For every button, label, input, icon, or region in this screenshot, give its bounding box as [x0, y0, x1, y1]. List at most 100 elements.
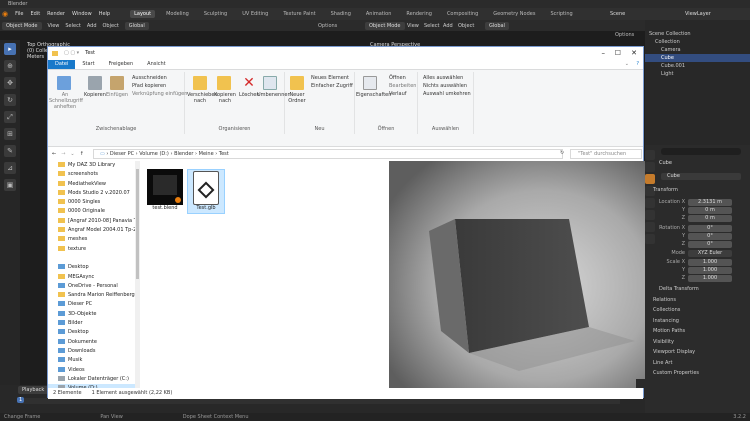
copy-to-icon[interactable] [217, 76, 231, 90]
refresh-icon[interactable]: ↻ [560, 150, 564, 156]
menu-file[interactable]: File [15, 11, 23, 17]
workspace-tab-scripting[interactable]: Scripting [546, 10, 576, 18]
outliner-item-camera[interactable]: Camera [645, 46, 750, 54]
paste-button[interactable]: Einfügen [106, 92, 128, 98]
menu-view-right[interactable]: View [407, 23, 419, 29]
nav-item[interactable]: texture [48, 245, 140, 254]
outliner-item-cube[interactable]: Cube [645, 54, 750, 62]
delete-icon[interactable]: ✕ [242, 76, 256, 90]
nav-item[interactable]: Downloads [48, 347, 140, 356]
pin-quick-access-button[interactable]: An Schnellzugriff anheften [49, 92, 83, 110]
rotation-z-field[interactable]: 0° [688, 241, 732, 248]
properties-button[interactable]: Eigenschaften [356, 92, 391, 98]
nav-item[interactable]: Musik [48, 356, 140, 365]
nav-item[interactable]: Sandra Marion Reiffenberg [48, 291, 140, 300]
rotate-tool-icon[interactable]: ↻ [4, 94, 16, 106]
nav-item[interactable]: Desktop [48, 263, 140, 272]
scale-tool-icon[interactable]: ⤢ [4, 111, 16, 123]
relations-section[interactable]: Relations [653, 296, 676, 305]
ribbon-expand-icon[interactable]: ⌄ [625, 61, 629, 67]
object-properties-tab-icon[interactable] [645, 174, 655, 184]
delta-transform-section[interactable]: Delta Transform [659, 285, 699, 294]
tool-properties-tab-icon[interactable] [645, 150, 655, 160]
workspace-tab-animation[interactable]: Animation [362, 10, 396, 18]
transform-orientation-right[interactable]: Global [485, 21, 509, 30]
rotation-mode-dropdown[interactable]: XYZ Euler [688, 250, 732, 257]
breadcrumb-test[interactable]: Test [219, 151, 229, 157]
move-to-icon[interactable] [193, 76, 207, 90]
measure-tool-icon[interactable]: ⊿ [4, 162, 16, 174]
nav-item[interactable]: Dokumente [48, 338, 140, 347]
search-input[interactable]: "Test" durchsuchen [570, 149, 642, 159]
outliner-item-light[interactable]: Light [645, 70, 750, 78]
playback-menu[interactable]: Playback [18, 386, 49, 394]
transform-orientation-left[interactable]: Global [124, 21, 149, 30]
pin-icon[interactable] [57, 76, 71, 90]
menu-add-right[interactable]: Add [443, 23, 453, 29]
navigation-scroll-thumb[interactable] [136, 169, 139, 279]
scene-selector[interactable]: Scene [610, 11, 625, 17]
custom-properties-section[interactable]: Custom Properties [653, 369, 699, 378]
annotate-tool-icon[interactable]: ✎ [4, 145, 16, 157]
tab-datei[interactable]: Datei [48, 60, 76, 69]
object-name-field[interactable]: Cube [661, 173, 741, 180]
menu-edit[interactable]: Edit [30, 11, 40, 17]
workspace-tab-sculpting[interactable]: Sculpting [200, 10, 231, 18]
workspace-tab-layout[interactable]: Layout [130, 10, 156, 18]
close-icon[interactable]: ✕ [631, 47, 637, 60]
nav-item[interactable]: OneDrive - Personal [48, 282, 140, 291]
select-all-button[interactable]: Alles auswählen [423, 75, 463, 81]
nav-item[interactable]: MEGAsync [48, 273, 140, 282]
recent-dropdown-icon[interactable]: ⌄ [70, 151, 74, 157]
nav-item[interactable]: Videos [48, 366, 140, 375]
scale-y-field[interactable]: 1.000 [688, 267, 732, 274]
forward-arrow-icon[interactable]: → [61, 151, 65, 157]
edit-button[interactable]: Bearbeiten [389, 83, 416, 89]
maximize-icon[interactable]: ☐ [615, 47, 621, 60]
transform-tool-icon[interactable]: ⊞ [4, 128, 16, 140]
nav-item[interactable]: Angraf Model 2004.01 Tp-2⌖ [48, 226, 140, 235]
location-y-field[interactable]: 0 m [688, 207, 732, 214]
nav-item[interactable]: 0000 Originale⌖ [48, 207, 140, 216]
location-x-field[interactable]: 2.3131 m [688, 199, 732, 206]
tab-ansicht[interactable]: Ansicht [140, 60, 172, 69]
breadcrumb-this-pc[interactable]: Dieser PC [110, 151, 134, 157]
nav-item[interactable]: meshes [48, 235, 140, 244]
menu-help[interactable]: Help [99, 11, 110, 17]
address-bar[interactable]: ▭ › Dieser PC › Volume (D:) › Blender › … [93, 149, 563, 159]
blender-logo-icon[interactable]: ◉ [2, 10, 8, 18]
move-to-button[interactable]: Verschieben nach [187, 92, 218, 104]
workspace-tab-modeling[interactable]: Modeling [162, 10, 193, 18]
camera-viewport[interactable] [389, 161, 645, 388]
new-folder-button[interactable]: Neuer Ordner [286, 92, 308, 104]
menu-object-right[interactable]: Object [458, 23, 474, 29]
properties-search-field[interactable] [661, 148, 741, 155]
up-arrow-icon[interactable]: ↑ [80, 151, 84, 157]
help-icon[interactable]: ? [636, 61, 639, 67]
select-tool-icon[interactable]: ▸ [4, 43, 16, 55]
move-tool-icon[interactable]: ✥ [4, 77, 16, 89]
cut-button[interactable]: Ausschneiden [132, 75, 167, 81]
collections-section[interactable]: Collections [653, 306, 680, 315]
file-item-test-glb[interactable]: Test.glb [187, 169, 225, 214]
options-right[interactable]: Options [615, 32, 634, 38]
viewlayer-selector[interactable]: ViewLayer [685, 11, 711, 17]
rotation-x-field[interactable]: 0° [688, 225, 732, 232]
paste-shortcut-button[interactable]: Verknüpfung einfügen [132, 91, 187, 97]
current-frame-indicator[interactable]: 1 [17, 397, 25, 403]
menu-select-right[interactable]: Select [424, 23, 439, 29]
menu-select-left[interactable]: Select [65, 23, 80, 29]
menu-render[interactable]: Render [47, 11, 65, 17]
workspace-tab-uv-editing[interactable]: UV Editing [238, 10, 272, 18]
rotation-y-field[interactable]: 0° [688, 233, 732, 240]
history-button[interactable]: Verlauf [389, 91, 407, 97]
breadcrumb-blender[interactable]: Blender [174, 151, 193, 157]
menu-window[interactable]: Window [72, 11, 92, 17]
visibility-section[interactable]: Visibility [653, 338, 674, 347]
copy-to-button[interactable]: Kopieren nach [212, 92, 238, 104]
mode-dropdown-right[interactable]: Object Mode [365, 21, 405, 30]
nav-item[interactable]: Dieser PC [48, 300, 140, 309]
transform-panel-header[interactable]: Transform [653, 186, 678, 195]
data-properties-tab-icon[interactable] [645, 222, 655, 232]
motion-paths-section[interactable]: Motion Paths [653, 327, 685, 336]
